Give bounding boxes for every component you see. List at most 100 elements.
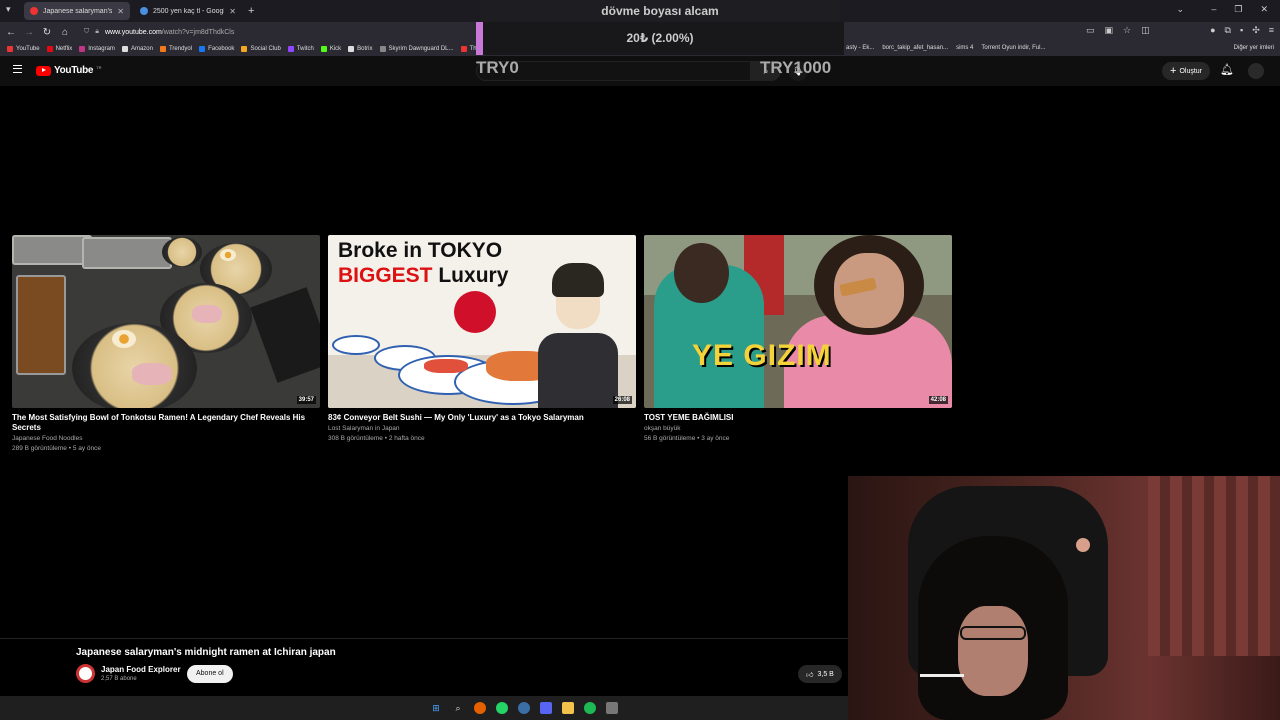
bookmark-torrent[interactable]: Torrent Oyun indir, Ful...	[981, 45, 1045, 51]
current-video-title: Japanese salaryman's midnight ramen at I…	[76, 647, 336, 658]
account-icon[interactable]: ●	[1210, 25, 1215, 36]
account-avatar[interactable]	[1248, 63, 1264, 79]
head-shape	[674, 243, 729, 303]
endscreen-video-card[interactable]: YE GIZIM 42:08 TOST YEME BAĞIMLISI okşan…	[644, 235, 952, 443]
bookmark-amazon[interactable]: Amazon	[121, 46, 153, 52]
face-shape	[958, 606, 1028, 696]
discord-icon[interactable]	[540, 702, 552, 714]
endscreen-video-card[interactable]: 39:57 The Most Satisfying Bowl of Tonkot…	[12, 235, 320, 453]
video-title[interactable]: The Most Satisfying Bowl of Tonkotsu Ram…	[12, 413, 320, 433]
video-channel[interactable]: Lost Salaryman in Japan	[328, 424, 636, 433]
twitch-icon	[287, 46, 294, 52]
cigarette-shape	[920, 674, 964, 677]
app-icon[interactable]	[606, 702, 618, 714]
video-title[interactable]: TOST YEME BAĞIMLISI	[644, 413, 952, 423]
video-title[interactable]: 83¢ Conveyor Belt Sushi — My Only 'Luxur…	[328, 413, 636, 423]
bookmark-facebook[interactable]: Facebook	[199, 46, 234, 52]
back-icon[interactable]: ←	[2, 27, 20, 38]
bookmark-star-icon[interactable]: ☆	[1123, 25, 1131, 36]
other-bookmarks[interactable]: Diğer yer imleri	[1234, 45, 1274, 51]
video-thumbnail[interactable]: 39:57	[12, 235, 320, 408]
tab-youtube[interactable]: Japanese salaryman's midnight ✕	[24, 2, 130, 20]
chashu-shape	[132, 363, 172, 385]
video-duration: 26:08	[612, 396, 632, 404]
curtain-shape	[1148, 476, 1280, 656]
pip-icon[interactable]: ▣	[1105, 25, 1114, 36]
windows-taskbar: ⊞ ⌕	[0, 696, 848, 720]
bookmark-borc-takip[interactable]: borc_takip_afet_hasan...	[882, 45, 948, 51]
bookmark-twitch[interactable]: Twitch	[287, 46, 314, 52]
new-tab-button[interactable]: +	[248, 5, 254, 17]
bookmark-label: Trendyol	[168, 46, 193, 52]
bookmark-botrix[interactable]: Botrix	[348, 46, 373, 52]
bookmark-skyrim[interactable]: Skyrim Dawnguard DL...	[379, 46, 454, 52]
close-tab-icon[interactable]: ✕	[117, 7, 124, 16]
egg-shape	[112, 330, 136, 348]
tab-list-icon[interactable]: ▾	[6, 4, 18, 18]
firefox-icon[interactable]	[474, 702, 486, 714]
menu-icon[interactable]: ≡	[1269, 25, 1274, 36]
tab-overflow-icon[interactable]: ⌄	[1176, 4, 1184, 15]
search-icon[interactable]: ⌕	[452, 702, 464, 714]
steam-icon[interactable]	[518, 702, 530, 714]
extension-icon[interactable]: ▪	[1240, 25, 1243, 36]
subscribe-button[interactable]: Abone ol	[187, 665, 233, 683]
forward-icon[interactable]: →	[20, 27, 38, 38]
puzzle-icon[interactable]: ✣	[1252, 25, 1260, 36]
video-meta: 308 B görüntüleme • 2 hafta önce	[328, 435, 425, 442]
youtube-logo[interactable]: YouTube TR	[36, 65, 102, 76]
thumbnail-red-text: BIGGEST	[338, 264, 433, 287]
close-window-icon[interactable]: ✕	[1260, 4, 1268, 15]
trendyol-icon	[159, 46, 166, 52]
close-tab-icon[interactable]: ✕	[229, 7, 236, 16]
chashu-shape	[192, 305, 222, 323]
bookmark-kick[interactable]: Kick	[320, 46, 341, 52]
video-channel[interactable]: Japanese Food Noodles	[12, 434, 320, 443]
notifications-bell-icon[interactable]: 🔔︎	[1220, 63, 1234, 76]
folder-icon[interactable]	[562, 702, 574, 714]
tab-google[interactable]: 2500 yen kaç tl - Google'da Ara ✕	[134, 2, 242, 20]
thumbnail-black-text: Luxury	[438, 264, 509, 287]
video-thumbnail[interactable]: YE GIZIM 42:08	[644, 235, 952, 408]
home-icon[interactable]: ⌂	[56, 27, 74, 38]
page-actions: ▭ ▣ ☆ ◫	[1086, 25, 1150, 36]
spotify-icon[interactable]	[584, 702, 596, 714]
bookmark-youtube[interactable]: YouTube	[7, 46, 40, 52]
video-meta: 289 B görüntüleme • 5 ay önce	[12, 445, 102, 452]
screenshot-icon[interactable]: ◫	[1141, 25, 1150, 36]
reload-icon[interactable]: ↻	[38, 27, 56, 38]
bookmark-asty[interactable]: asty - Ek...	[846, 45, 874, 51]
video-channel[interactable]: okşan büyük	[644, 424, 952, 433]
url-bar[interactable]: ⛉ 🔒︎ www.youtube.com/watch?v=jm8dThdkCls	[84, 24, 404, 40]
restore-icon[interactable]: ❐	[1234, 4, 1242, 15]
shield-icon: ⛉	[84, 28, 90, 35]
video-thumbnail[interactable]: Broke in TOKYO BIGGEST Luxury 26:08	[328, 235, 636, 408]
bookmark-netflix[interactable]: Netflix	[46, 46, 72, 52]
channel-name[interactable]: Japan Food Explorer	[101, 665, 181, 674]
lock-icon: 🔒︎	[95, 28, 99, 35]
bookmark-label: Amazon	[130, 46, 153, 52]
whatsapp-icon[interactable]	[496, 702, 508, 714]
plus-icon: +	[1170, 65, 1177, 77]
bookmark-label: Botrix	[357, 46, 373, 52]
windows-icon[interactable]: ⊞	[430, 702, 442, 714]
bookmark-sims[interactable]: sims 4	[956, 45, 973, 51]
video-duration: 42:08	[928, 396, 948, 404]
netflix-icon	[46, 46, 53, 52]
hamburger-menu-icon[interactable]	[13, 65, 22, 73]
create-button[interactable]: + Oluştur	[1162, 62, 1210, 80]
bookmark-instagram[interactable]: Instagram	[79, 46, 115, 52]
extensions-icon[interactable]: ⧉	[1225, 25, 1231, 36]
minimize-icon[interactable]: –	[1211, 4, 1216, 15]
bookmark-label: Skyrim Dawnguard DL...	[388, 46, 454, 52]
bookmark-trendyol[interactable]: Trendyol	[159, 46, 193, 52]
endscreen-video-card[interactable]: Broke in TOKYO BIGGEST Luxury 26:08 83¢ …	[328, 235, 636, 443]
chef-arm-shape	[250, 287, 320, 383]
donation-goal-max: TRY1000	[760, 58, 832, 77]
reader-icon[interactable]: ▭	[1086, 25, 1095, 36]
donation-goal-amount: 20₺ (2.00%)	[626, 31, 694, 45]
like-button[interactable]: 👍︎ 3,5 B	[798, 665, 842, 683]
channel-avatar[interactable]	[76, 664, 95, 683]
bookmark-social-club[interactable]: Social Club	[241, 46, 281, 52]
social-club-icon	[241, 46, 248, 52]
